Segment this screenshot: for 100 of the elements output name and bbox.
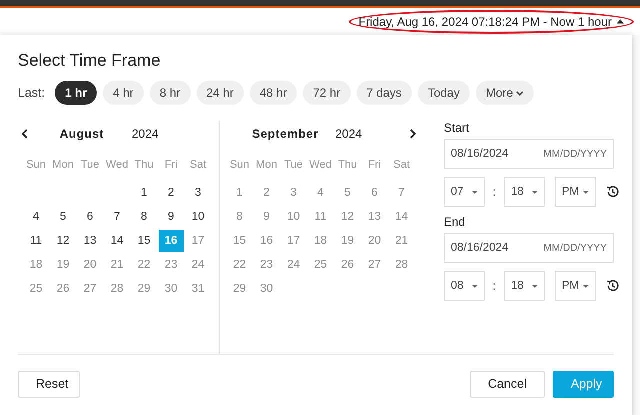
year-label: 2024 [132, 127, 160, 141]
preset-chip[interactable]: 48 hr [250, 81, 298, 105]
calendar-day: 12 [335, 206, 360, 228]
preset-chip[interactable]: 4 hr [103, 81, 144, 105]
calendar-day[interactable]: 6 [78, 206, 103, 228]
last-label: Last: [18, 86, 46, 100]
dropdown-arrow-icon [583, 284, 590, 288]
calendar-day: 21 [389, 230, 414, 252]
calendar-day[interactable]: 12 [50, 230, 76, 252]
calendar-day: 24 [186, 254, 211, 276]
calendar-day: 29 [132, 278, 157, 300]
weekday-label: Fri [164, 159, 179, 171]
calendar-day[interactable]: 4 [24, 206, 49, 228]
calendar-day[interactable]: 1 [132, 182, 157, 204]
calendar-day[interactable]: 15 [132, 230, 157, 252]
weekday-label: Mon [52, 159, 75, 171]
weekday-label: Tue [80, 159, 101, 171]
calendar-day: 10 [281, 206, 306, 228]
calendar-day: 18 [24, 254, 49, 276]
calendar-day: 31 [186, 278, 211, 300]
clock-history-icon[interactable] [606, 185, 620, 199]
preset-chip[interactable]: 24 hr [196, 81, 244, 105]
dropdown-arrow-icon [583, 190, 590, 194]
calendar-day: 17 [281, 230, 306, 252]
calendar-day: 28 [389, 254, 414, 276]
preset-chip[interactable]: Today [418, 81, 470, 105]
panel-title: Select Time Frame [18, 51, 162, 71]
calendar-day: 26 [50, 278, 76, 300]
dropdown-arrow-icon [472, 284, 478, 288]
calendar-day: 30 [254, 278, 280, 300]
weekday-label: Wed [308, 159, 333, 171]
calendar-day[interactable]: 10 [186, 206, 211, 228]
preset-chip[interactable]: 72 hr [303, 81, 351, 105]
month-name: September [251, 127, 320, 141]
calendar-day: 21 [104, 254, 130, 276]
time-separator: : [492, 185, 498, 199]
calendar-day: 1 [227, 182, 252, 204]
weekday-label: Wed [105, 159, 130, 171]
dialog-button[interactable]: Cancel [470, 370, 545, 398]
calendar-day: 23 [158, 254, 184, 276]
calendar-day[interactable]: 5 [50, 206, 76, 228]
month-name: August [58, 127, 106, 141]
calendar-day[interactable]: 8 [132, 206, 157, 228]
calendar-day: 3 [281, 182, 306, 204]
chevron-down-icon [516, 90, 524, 96]
calendar-day: 5 [335, 182, 360, 204]
calendar-day: 4 [308, 182, 334, 204]
calendar-day: 7 [389, 182, 414, 204]
dropdown-arrow-icon [472, 190, 478, 194]
calendar-day: 27 [362, 254, 388, 276]
calendar-day[interactable]: 3 [186, 182, 211, 204]
calendar-day: 13 [362, 206, 388, 228]
calendar-day: 30 [158, 278, 184, 300]
weekday-label: Sat [392, 159, 411, 171]
calendar-day[interactable]: 13 [78, 230, 103, 252]
calendar-day: 20 [362, 230, 388, 252]
dropdown-arrow-icon [532, 284, 538, 288]
range-label: Start [444, 121, 470, 135]
weekday-label: Tue [283, 159, 304, 171]
calendar-day: 20 [78, 254, 103, 276]
hour-select[interactable]: 08 [444, 271, 485, 301]
preset-chip[interactable]: 8 hr [150, 81, 190, 105]
minute-select[interactable]: 18 [504, 177, 545, 207]
calendar-day: 17 [186, 230, 211, 252]
preset-chip[interactable]: 1 hr [55, 81, 98, 105]
calendar-day: 11 [308, 206, 334, 228]
calendar-day[interactable]: 9 [158, 206, 184, 228]
calendar-day: 9 [254, 206, 280, 228]
calendar-day: 26 [335, 254, 360, 276]
minute-select[interactable]: 18 [504, 271, 545, 301]
preset-chip[interactable]: 7 days [356, 81, 412, 105]
weekday-label: Fri [367, 159, 382, 171]
am-pm-select[interactable]: PM [554, 271, 596, 301]
hour-select[interactable]: 07 [444, 177, 485, 207]
calendar-day[interactable]: 11 [24, 230, 49, 252]
date-input-field[interactable]: 08/16/2024 MM/DD/YYYY [444, 139, 614, 169]
am-pm-select[interactable]: PM [554, 177, 596, 207]
calendar-day: 25 [308, 254, 334, 276]
clock-history-icon[interactable] [606, 279, 620, 293]
dropdown-arrow-icon [532, 190, 538, 194]
calendar-day: 23 [254, 254, 280, 276]
time-separator: : [492, 279, 498, 293]
calendar-day: 8 [227, 206, 252, 228]
calendar-day[interactable]: 2 [158, 182, 184, 204]
calendar-day: 22 [227, 254, 252, 276]
date-input-field[interactable]: 08/16/2024 MM/DD/YYYY [444, 233, 614, 263]
caret-icon [617, 19, 624, 24]
weekday-label: Sat [188, 159, 208, 171]
calendar-day[interactable]: 14 [104, 230, 130, 252]
weekday-label: Thu [337, 159, 358, 171]
calendar-day: 27 [78, 278, 103, 300]
dialog-button[interactable]: Reset [18, 370, 80, 398]
preset-chip[interactable]: More [476, 81, 534, 105]
calendar-day: 29 [227, 278, 252, 300]
year-label: 2024 [336, 127, 364, 141]
calendar-day: 14 [389, 206, 414, 228]
calendar-day[interactable]: 7 [104, 206, 130, 228]
weekday-label: Thu [134, 159, 155, 171]
calendar-day: 16 [254, 230, 280, 252]
calendar-day: 25 [24, 278, 49, 300]
